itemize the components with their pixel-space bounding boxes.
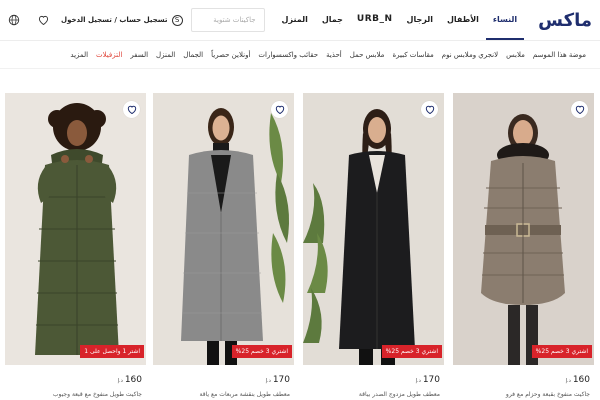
cat-season-fashion[interactable]: موضة هذا الموسم [529, 51, 590, 59]
product-name[interactable]: جاكيت طويل منفوخ مع قبعة وجيوب [9, 391, 142, 398]
price-currency: د.إ [117, 378, 123, 384]
price-value: 170 [422, 375, 440, 385]
cat-shoes[interactable]: أحذية [322, 51, 346, 59]
category-divider [0, 68, 600, 69]
favorite-heart-icon[interactable] [571, 101, 588, 118]
price-currency: د.إ [415, 378, 421, 384]
favorite-heart-icon[interactable] [421, 101, 438, 118]
product-image[interactable] [453, 93, 594, 365]
cat-maternity[interactable]: ملابس حمل [346, 51, 389, 59]
product-image[interactable] [303, 93, 444, 365]
promo-badge: اشتري 3 خصم 25% [531, 345, 592, 358]
product-name[interactable]: جاكيت منفوخ بقبعة وحزام مع فرو [457, 391, 590, 398]
price-currency: د.إ [565, 378, 571, 384]
cat-more[interactable]: المزيد [66, 51, 92, 59]
product-card[interactable]: اشتري 3 خصم 25% 160د.إ جاكيت منفوخ بقبعة… [453, 93, 594, 400]
account-link[interactable]: S تسجيل حساب / تسجيل الدخول [61, 14, 183, 26]
cat-plus-size[interactable]: مقاسات كبيرة [388, 51, 437, 59]
cat-bags-accessories[interactable]: حقائب واكسسوارات [254, 51, 322, 59]
search-box[interactable] [190, 8, 265, 32]
cat-sale[interactable]: التزفيلات [92, 51, 126, 59]
favorite-heart-icon[interactable] [271, 101, 288, 118]
promo-badge: اشتري 3 خصم 25% [381, 345, 442, 358]
cat-online-exclusive[interactable]: أونلاين حصرياً [207, 51, 254, 59]
product-image[interactable] [5, 93, 146, 365]
product-card[interactable]: اشتر 1 واحصل على 1 160د.إ جاكيت طويل منف… [5, 93, 146, 400]
favorite-heart-icon[interactable] [123, 101, 140, 118]
nav-urbn[interactable]: URB_N [350, 0, 400, 40]
product-name[interactable]: معطف طويل بنقشة مربعات مع ياقة [157, 391, 290, 398]
nav-women[interactable]: النساء [485, 0, 525, 40]
account-text: تسجيل حساب / تسجيل الدخول [61, 16, 168, 24]
cat-lingerie[interactable]: لانجري وملابس نوم [438, 51, 502, 59]
account-icon: S [171, 14, 183, 26]
wishlist-heart-icon[interactable] [38, 13, 49, 27]
price-currency: د.إ [265, 378, 271, 384]
brand-logo[interactable]: ماكس [538, 10, 593, 31]
nav-kids[interactable]: الأطفال [440, 0, 486, 40]
product-price: 160د.إ [566, 375, 590, 385]
product-image[interactable] [153, 93, 294, 365]
top-header: ماكس النساء الأطفال الرجال URB_N جمال ال… [0, 0, 600, 40]
product-grid: اشتري 3 خصم 25% 160د.إ جاكيت منفوخ بقبعة… [5, 93, 595, 400]
product-card[interactable]: اشتري 3 خصم 25% 170د.إ معطف طويل مزدوج ا… [303, 93, 444, 400]
promo-badge: اشتر 1 واحصل على 1 [80, 345, 144, 358]
cat-home[interactable]: المنزل [152, 51, 179, 59]
nav-beauty[interactable]: جمال [315, 0, 350, 40]
search-input[interactable] [199, 16, 256, 24]
globe-icon[interactable] [8, 13, 20, 27]
main-nav: النساء الأطفال الرجال URB_N جمال المنزل [275, 0, 525, 40]
cat-clothing[interactable]: ملابس [502, 51, 529, 59]
product-price: 170د.إ [266, 375, 290, 385]
cat-beauty[interactable]: الجمال [179, 51, 207, 59]
promo-badge: اشتري 3 خصم 25% [231, 345, 292, 358]
price-value: 160 [124, 375, 142, 385]
product-card[interactable]: اشتري 3 خصم 25% 170د.إ معطف طويل بنقشة م… [153, 93, 294, 400]
product-name[interactable]: معطف طويل مزدوج الصدر بياقة [307, 391, 440, 398]
price-value: 160 [572, 375, 590, 385]
nav-men[interactable]: الرجال [400, 0, 440, 40]
nav-home[interactable]: المنزل [275, 0, 315, 40]
product-price: 160د.إ [118, 375, 142, 385]
product-price: 170د.إ [416, 375, 440, 385]
price-value: 170 [272, 375, 290, 385]
cat-travel[interactable]: السفر [126, 51, 152, 59]
category-bar: موضة هذا الموسم ملابس لانجري وملابس نوم … [66, 48, 590, 62]
header-divider [0, 40, 600, 41]
